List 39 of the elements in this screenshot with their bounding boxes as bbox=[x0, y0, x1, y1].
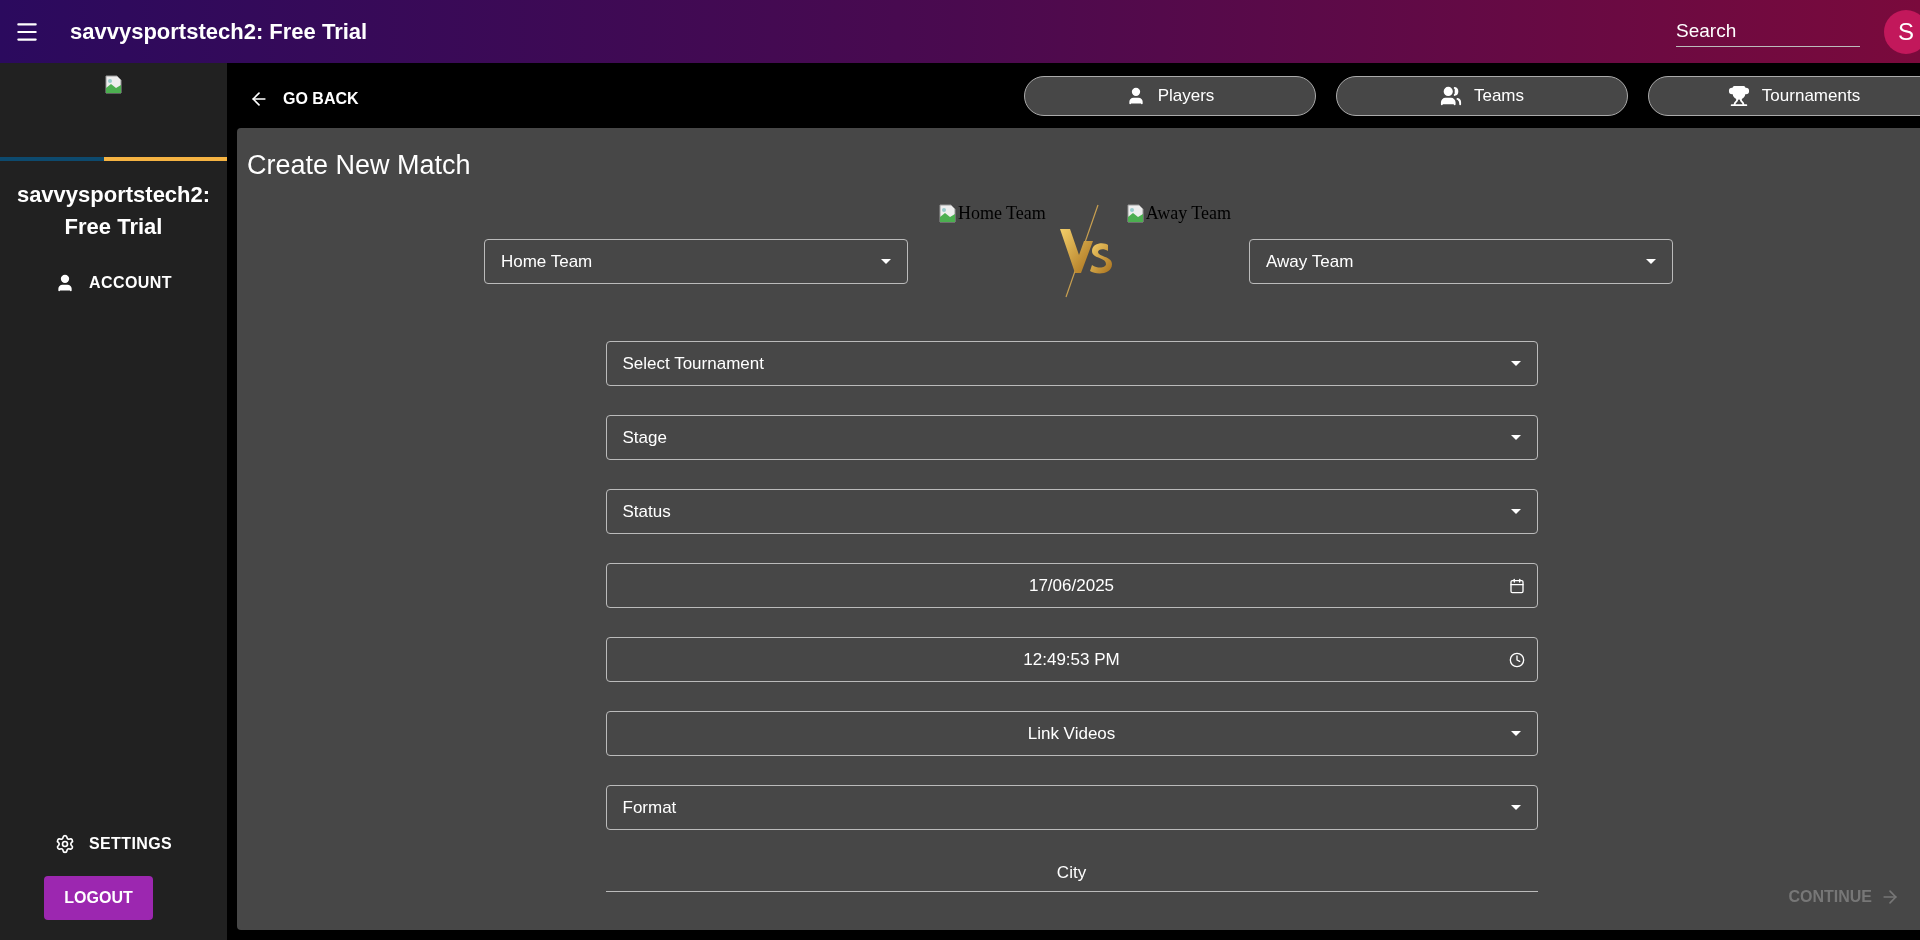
select-field[interactable]: Stage bbox=[605, 415, 1538, 460]
back-button[interactable]: GO BACK bbox=[237, 82, 371, 115]
nav-button[interactable]: Tournaments bbox=[1648, 75, 1920, 116]
date-field[interactable]: 17/06/2025 bbox=[605, 563, 1538, 608]
caret-icon bbox=[1646, 259, 1657, 264]
settings-icon bbox=[54, 834, 75, 854]
sidebar-item[interactable]: ACCOUNT bbox=[47, 264, 180, 301]
home-team-select[interactable]: Home Team bbox=[483, 239, 908, 284]
caret-icon bbox=[1510, 435, 1521, 440]
caret-icon bbox=[1510, 509, 1521, 514]
time-field[interactable]: 12:49:53 PM bbox=[605, 637, 1538, 682]
app-title: savvysportstech2: Free Trial bbox=[70, 18, 369, 45]
calendar-icon bbox=[1508, 577, 1525, 594]
broken-image-icon bbox=[1125, 203, 1146, 224]
city-field[interactable]: City bbox=[605, 855, 1538, 892]
caret-icon bbox=[1510, 361, 1521, 366]
sidebar-item[interactable]: SETTINGS bbox=[46, 826, 181, 862]
away-team-image: Away Team bbox=[1125, 203, 1232, 224]
caret-icon bbox=[1510, 731, 1521, 736]
select-field[interactable]: Format bbox=[605, 785, 1538, 830]
clock-icon bbox=[1508, 651, 1525, 668]
home-team-image: Home Team bbox=[937, 203, 1046, 224]
sidebar-title: savvysportstech2: Free Trial bbox=[15, 181, 212, 241]
people-icon bbox=[1439, 84, 1462, 107]
nav-button[interactable]: Teams bbox=[1336, 75, 1628, 116]
caret-icon bbox=[1510, 805, 1521, 810]
broken-image-icon bbox=[937, 203, 958, 224]
nav-button[interactable]: Players bbox=[1024, 75, 1316, 116]
avatar[interactable]: S bbox=[1884, 9, 1920, 54]
away-team-select[interactable]: Away Team bbox=[1249, 239, 1674, 284]
search-field[interactable]: Search bbox=[1676, 16, 1860, 47]
page-title: Create New Match bbox=[247, 150, 472, 181]
select-field[interactable]: Link Videos bbox=[605, 711, 1538, 756]
trophy-icon bbox=[1727, 84, 1750, 107]
select-field[interactable]: Select Tournament bbox=[605, 341, 1538, 386]
logout-button[interactable]: LOGOUT bbox=[44, 876, 153, 920]
caret-icon bbox=[880, 259, 891, 264]
select-field[interactable]: Status bbox=[605, 489, 1538, 534]
broken-image-icon bbox=[103, 75, 124, 95]
